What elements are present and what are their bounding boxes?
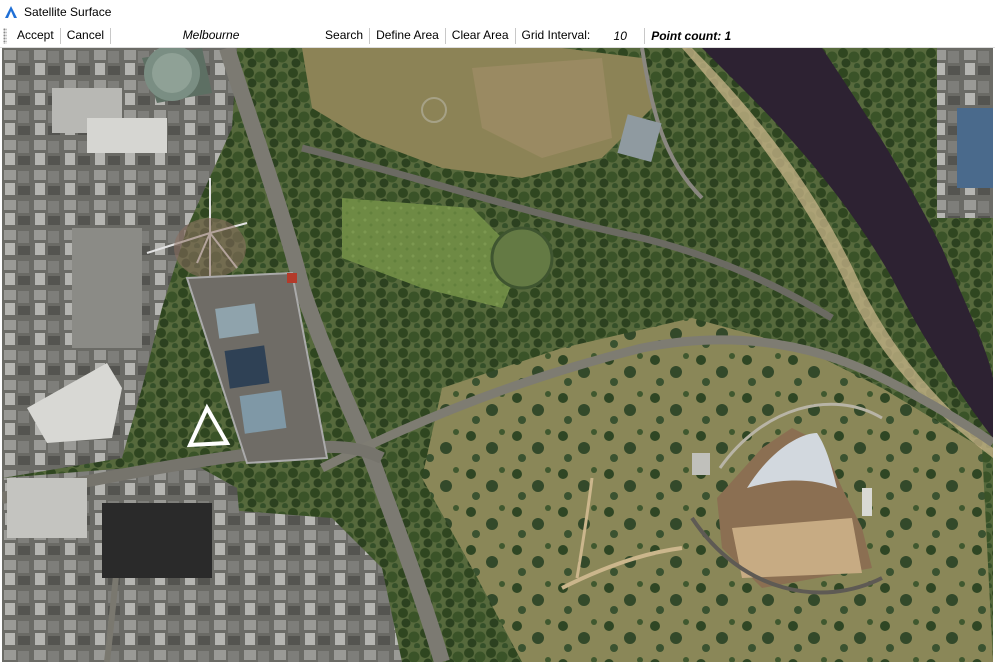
accept-button[interactable]: Accept: [11, 25, 60, 46]
satellite-image[interactable]: [2, 48, 993, 662]
toolbar: Accept Cancel Melbourne Search Define Ar…: [0, 24, 995, 48]
define-area-button[interactable]: Define Area: [370, 25, 445, 46]
toolbar-grip[interactable]: [3, 27, 7, 44]
point-count-label: Point count: 1: [651, 28, 732, 43]
satellite-map[interactable]: [2, 48, 993, 662]
cancel-button[interactable]: Cancel: [61, 25, 110, 46]
grid-interval-label: Grid Interval:: [521, 28, 591, 42]
clear-area-button[interactable]: Clear Area: [446, 25, 515, 46]
app-logo-icon: [3, 4, 19, 20]
location-input[interactable]: Melbourne: [111, 26, 319, 45]
search-button[interactable]: Search: [319, 25, 369, 46]
grid-interval-input[interactable]: 10: [596, 29, 644, 43]
window-title: Satellite Surface: [24, 5, 112, 19]
title-bar: Satellite Surface: [0, 0, 995, 24]
